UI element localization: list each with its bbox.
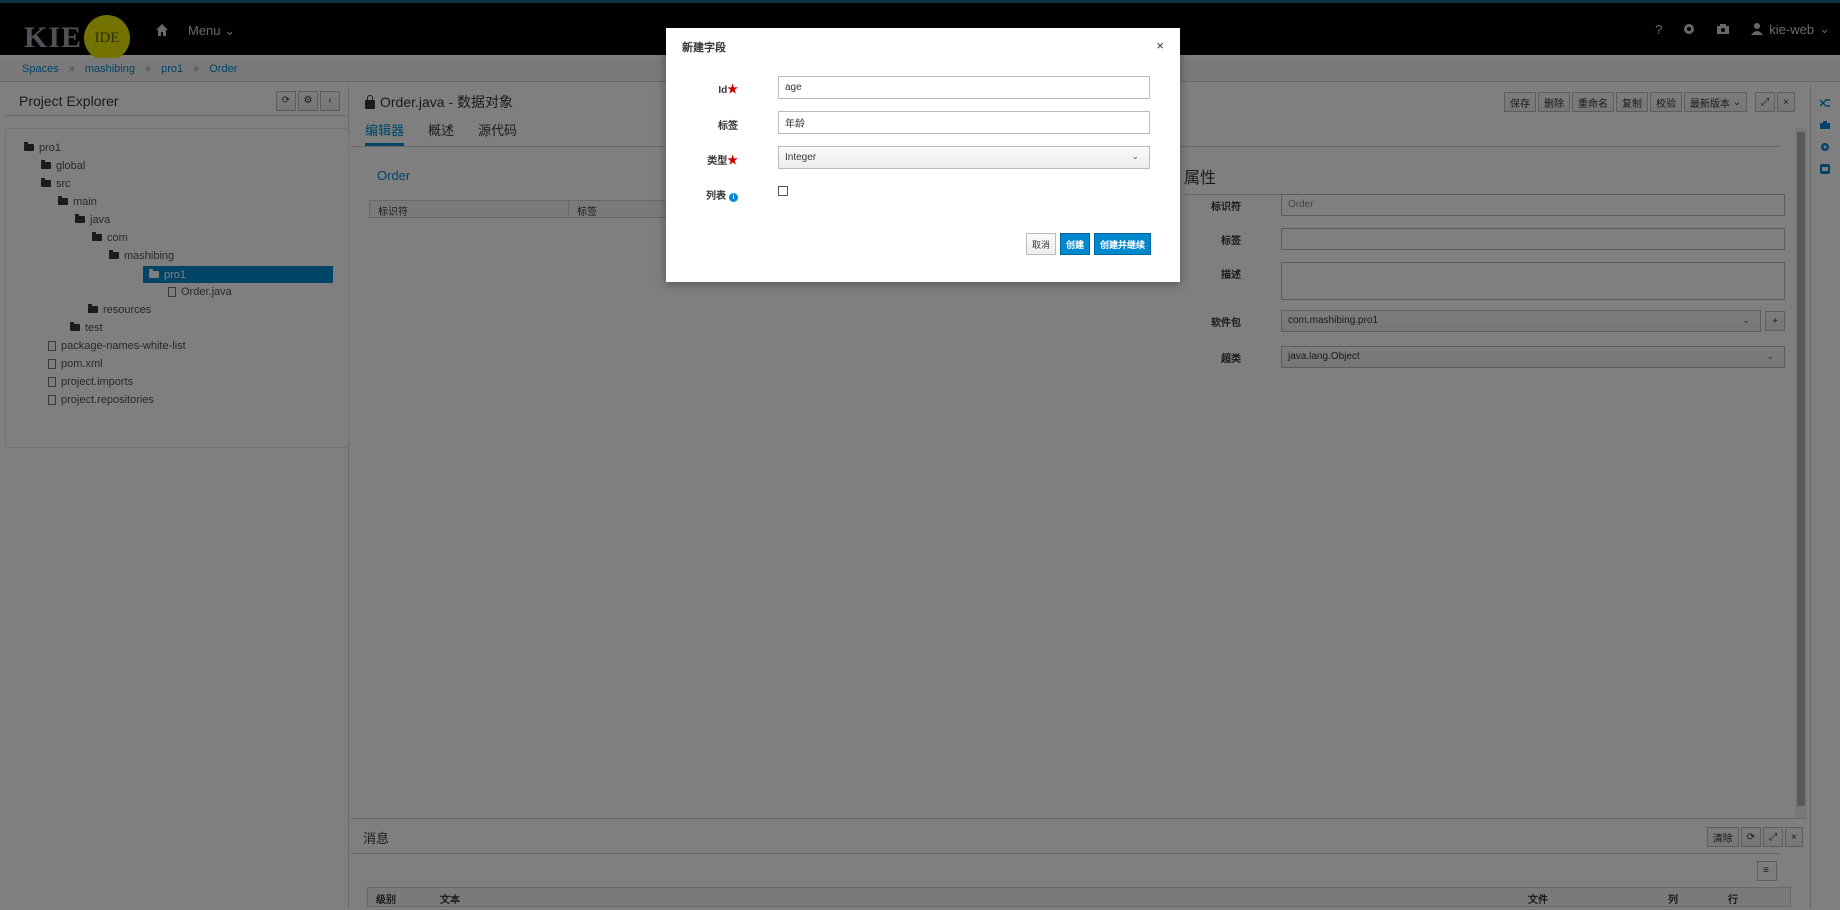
label-field-label: 标签 (718, 121, 738, 132)
type-field-label: 类型★ (707, 152, 738, 167)
new-field-dialog: 新建字段 × Id★ 标签 类型★ Integer ⌄ 列表i 取消 创建 创建… (666, 28, 1180, 282)
chevron-down-icon: ⌄ (1131, 151, 1139, 161)
id-row: Id★ (666, 76, 1180, 100)
list-field-label: 列表 i (706, 187, 738, 202)
id-field-label: Id★ (718, 82, 738, 96)
create-button[interactable]: 创建 (1059, 233, 1090, 255)
info-icon[interactable]: i (729, 193, 738, 202)
list-label-text: 列表 (706, 191, 726, 202)
cancel-button[interactable]: 取消 (1025, 233, 1056, 255)
required-star-icon: ★ (727, 153, 738, 167)
id-field[interactable] (778, 76, 1150, 99)
type-select-value: Integer (785, 152, 817, 163)
label-row: 标签 (666, 111, 1180, 135)
list-checkbox[interactable] (778, 186, 788, 196)
id-label-text: Id (718, 85, 728, 96)
dialog-actions: 取消 创建 创建并继续 (1025, 233, 1151, 255)
close-dialog-button[interactable]: × (1156, 38, 1164, 53)
type-select[interactable]: Integer ⌄ (778, 146, 1150, 169)
dialog-title: 新建字段 (682, 42, 726, 54)
list-row: 列表 i (666, 181, 1180, 205)
label-field[interactable] (778, 111, 1150, 134)
type-label-text: 类型 (707, 156, 728, 167)
required-star-icon: ★ (727, 82, 738, 96)
type-row: 类型★ Integer ⌄ (666, 146, 1180, 170)
create-and-continue-button[interactable]: 创建并继续 (1093, 233, 1151, 255)
